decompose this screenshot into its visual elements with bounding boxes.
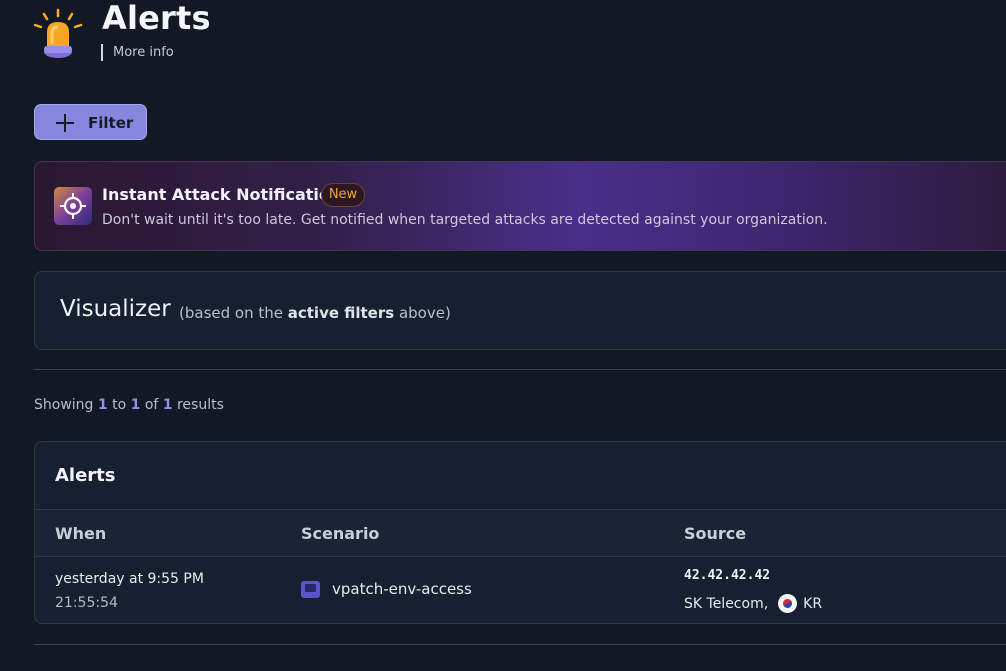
- results-summary: Showing 1 to 1 of 1 results: [34, 397, 224, 413]
- visualizer-panel[interactable]: Visualizer (based on the active filters …: [34, 271, 1006, 350]
- column-scenario[interactable]: Scenario: [301, 524, 379, 543]
- visualizer-subtitle: (based on the active filters above): [179, 304, 451, 322]
- new-badge: New: [321, 183, 365, 207]
- source-location: SK Telecom, KR: [684, 594, 822, 613]
- plus-icon: [56, 114, 74, 132]
- scenario-name: vpatch-env-access: [332, 580, 472, 598]
- table-title: Alerts: [55, 465, 116, 486]
- table-row[interactable]: yesterday at 9:55 PM 21:55:54 vpatch-env…: [35, 556, 1006, 623]
- filter-label: Filter: [88, 114, 134, 132]
- alerts-page: Alerts More info Filter Instant Attack N…: [0, 0, 1006, 671]
- scenario-cell[interactable]: vpatch-env-access: [301, 580, 472, 598]
- filter-button[interactable]: Filter: [34, 104, 147, 140]
- page-title: Alerts: [102, 0, 211, 37]
- target-icon: [54, 187, 92, 225]
- alerts-table: Alerts When Scenario Source yesterday at…: [34, 441, 1006, 624]
- attack-notification-banner[interactable]: Instant Attack Notification New Don't wa…: [34, 161, 1006, 251]
- source-ip[interactable]: 42.42.42.42: [684, 568, 770, 583]
- siren-icon: [33, 8, 83, 58]
- visualizer-title: Visualizer: [60, 296, 171, 322]
- when-time: 21:55:54: [55, 595, 118, 611]
- kr-flag-icon: [778, 594, 798, 613]
- source-country: KR: [803, 595, 823, 612]
- when-relative: yesterday at 9:55 PM: [55, 571, 204, 587]
- source-isp: SK Telecom,: [684, 595, 769, 612]
- scenario-icon: [301, 580, 320, 598]
- more-info-link[interactable]: More info: [101, 44, 174, 61]
- divider: [34, 644, 1006, 645]
- divider: [34, 369, 1006, 370]
- banner-description: Don't wait until it's too late. Get noti…: [102, 212, 828, 228]
- column-source[interactable]: Source: [684, 524, 746, 543]
- table-header: When Scenario Source: [35, 509, 1006, 557]
- banner-title: Instant Attack Notification: [102, 185, 342, 204]
- column-when[interactable]: When: [55, 524, 106, 543]
